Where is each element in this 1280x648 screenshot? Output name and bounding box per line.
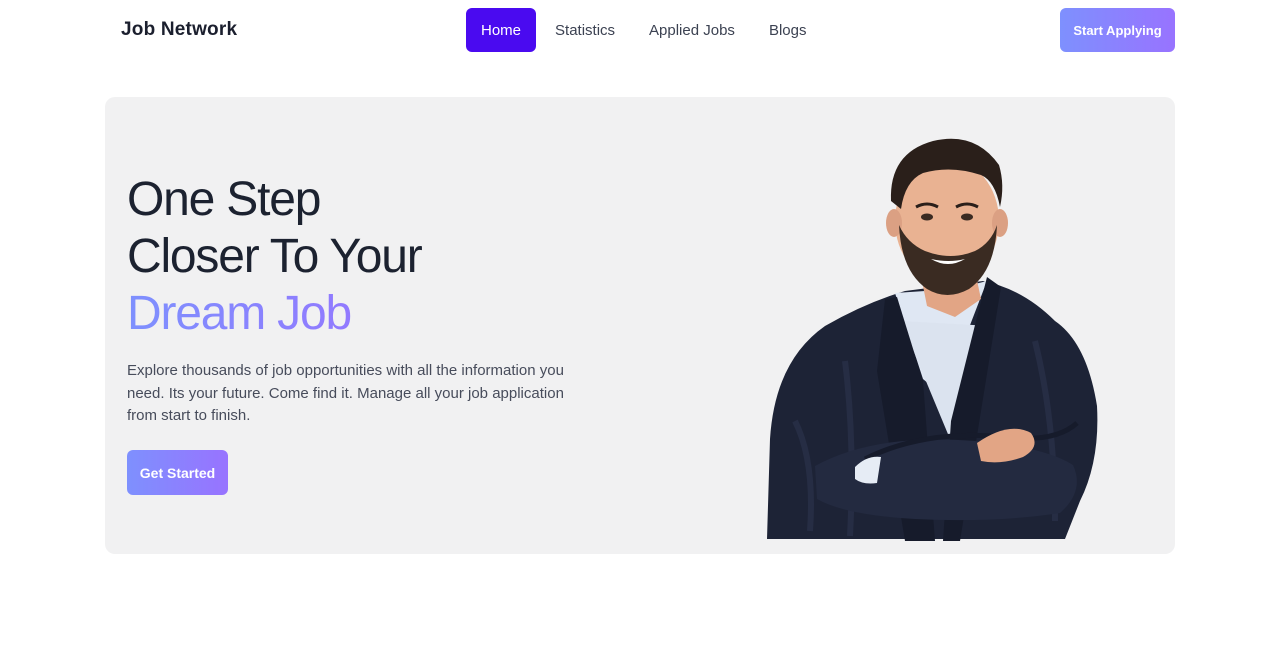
nav-statistics-link[interactable]: Statistics (540, 8, 630, 52)
brand-logo[interactable]: Job Network (121, 19, 237, 41)
hero-title-line-2: Closer To Your (127, 230, 423, 283)
nav-home-link[interactable]: Home (466, 8, 537, 52)
hero-banner: One Step Closer To Your Dream Job Explor… (105, 97, 1175, 554)
hero-title-accent: Dream Job (127, 285, 422, 342)
hero-title: One Step Closer To Your Dream Job (127, 171, 423, 342)
hero-title-line-1: One Step (127, 173, 321, 226)
navbar: Job Network Home Statistics Applied Jobs… (0, 0, 1280, 62)
page: Job Network Home Statistics Applied Jobs… (0, 0, 1280, 648)
start-applying-button[interactable]: Start Applying (1060, 8, 1175, 52)
hero-description: Explore thousands of job opportunities w… (127, 362, 564, 424)
hero-person-image (767, 138, 1098, 541)
get-started-button[interactable]: Get Started (127, 450, 228, 495)
nav-applied-jobs-link[interactable]: Applied Jobs (634, 8, 750, 52)
nav-blogs-link[interactable]: Blogs (754, 8, 822, 52)
main-nav: Home Statistics Applied Jobs Blogs (466, 8, 825, 52)
